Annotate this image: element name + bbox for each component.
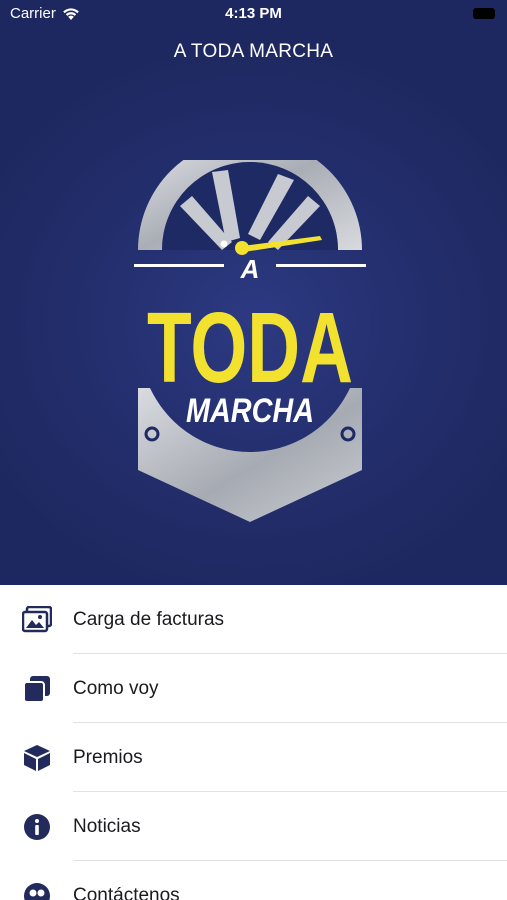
- menu-item-contactenos[interactable]: Contáctenos: [0, 861, 507, 900]
- photo-gallery-icon: [22, 605, 52, 635]
- main-menu: Carga de facturas Como voy Premios Notic…: [0, 585, 507, 900]
- menu-item-premios[interactable]: Premios: [0, 723, 507, 792]
- battery-icon: [473, 8, 495, 19]
- info-icon: [22, 812, 52, 842]
- header-background: Carrier 4:13 PM A TODA MARCHA A TODA MAR…: [0, 0, 507, 585]
- menu-item-label: Como voy: [73, 677, 159, 699]
- page-title: A TODA MARCHA: [173, 41, 334, 62]
- menu-item-label: Contáctenos: [73, 884, 180, 900]
- logo-word-toda: TODA: [147, 292, 353, 404]
- menu-item-label: Premios: [73, 746, 143, 768]
- box-icon: [22, 743, 52, 773]
- menu-item-como-voy[interactable]: Como voy: [0, 654, 507, 723]
- status-time: 4:13 PM: [225, 5, 282, 22]
- app-screen: Carrier 4:13 PM A TODA MARCHA A TODA MAR…: [0, 0, 507, 900]
- menu-item-carga-de-facturas[interactable]: Carga de facturas: [0, 585, 507, 654]
- logo-word-marcha: MARCHA: [186, 392, 314, 430]
- menu-item-noticias[interactable]: Noticias: [0, 792, 507, 861]
- logo-letter-a: A: [240, 254, 260, 284]
- menu-item-label: Carga de facturas: [73, 608, 225, 630]
- menu-item-label: Noticias: [73, 815, 141, 837]
- status-bar: Carrier 4:13 PM: [0, 0, 507, 28]
- stacked-squares-icon: [22, 674, 52, 704]
- contacts-icon: [22, 881, 52, 900]
- a-toda-marcha-logo: A TODA MARCHA: [134, 160, 366, 522]
